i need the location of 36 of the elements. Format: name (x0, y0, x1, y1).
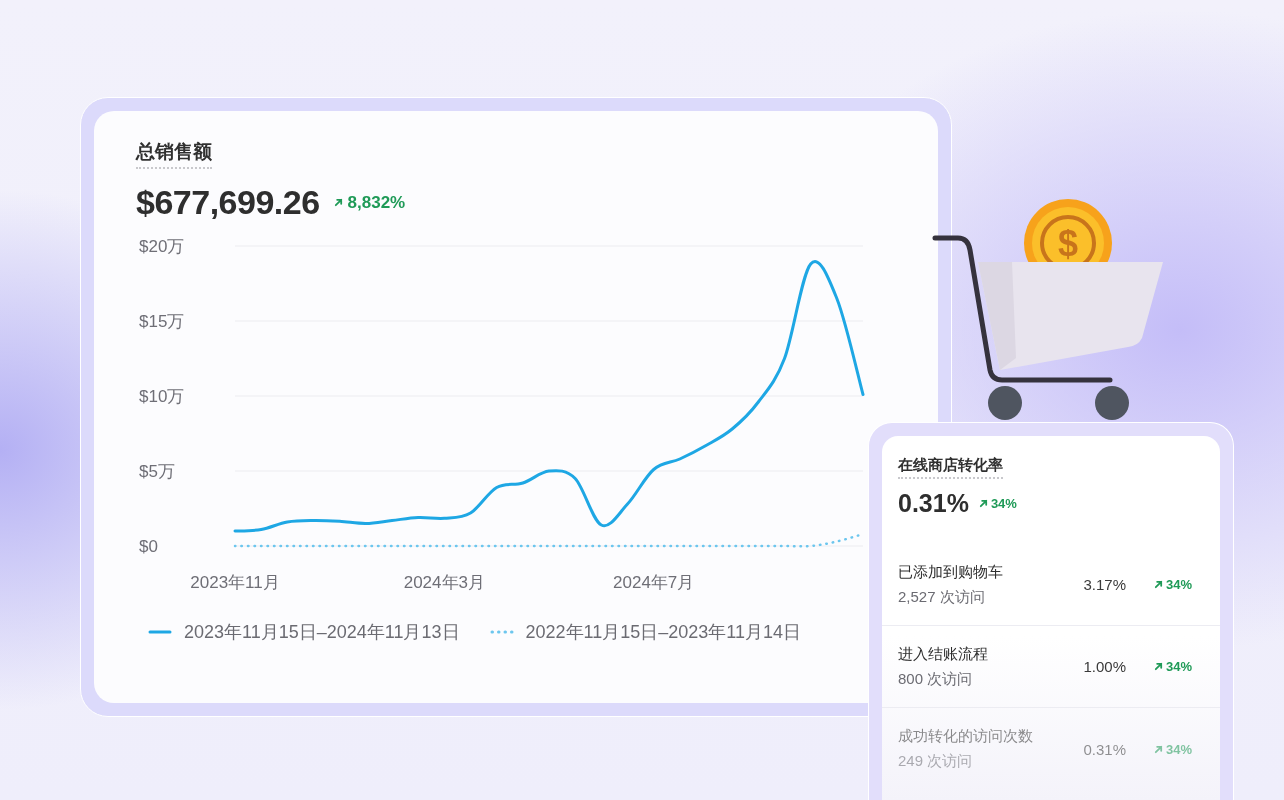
x-axis-label: 2024年7月 (613, 573, 695, 592)
step-rate: 1.00% (1082, 658, 1126, 675)
x-axis-label: 2023年11月 (190, 573, 280, 592)
y-axis-label: $15万 (139, 312, 185, 331)
visit-count: 249 次访问 (898, 752, 974, 771)
funnel-step-label: 已添加到购物车 (898, 562, 1004, 582)
legend-label: 2023年11月15日–2024年11月13日 (184, 621, 460, 644)
step-rate: 3.17% (1082, 576, 1126, 593)
up-arrow-icon (1153, 580, 1163, 589)
funnel-step-label: 成功转化的访问次数 (898, 727, 1034, 746)
funnel-step-label: 进入结账流程 (898, 644, 989, 664)
y-axis-label: $10万 (139, 387, 185, 406)
up-arrow-icon (978, 499, 988, 508)
visit-count: 2,527 次访问 (898, 587, 986, 607)
card-title: 在线商店转化率 (898, 456, 1003, 479)
legend-swatch-icon (148, 630, 172, 634)
card-title: 总销售额 (136, 139, 212, 169)
up-arrow-icon (333, 198, 343, 207)
total-sales: $677,699.26 (136, 183, 320, 222)
visit-count: 800 次访问 (898, 669, 974, 689)
x-axis-label: 2024年3月 (403, 573, 485, 592)
step-rate: 0.31% (1082, 740, 1126, 758)
change-percent: 34% (1165, 659, 1192, 674)
legend-swatch-icon (489, 630, 514, 634)
y-axis-label: $5万 (139, 462, 175, 481)
up-arrow-icon (1153, 744, 1163, 754)
y-axis-label: $0 (139, 537, 158, 556)
conversion-rate: 0.31% (898, 489, 969, 518)
y-axis-label: $20万 (139, 237, 185, 256)
up-arrow-icon (1153, 662, 1163, 671)
change-percent: 34% (1165, 741, 1192, 757)
shopping-cart-drawing: $ (932, 199, 1163, 420)
legend-label: 2022年11月15日–2023年11月14日 (525, 621, 802, 644)
change-percent: 8,832% (347, 192, 406, 213)
change-percent: 34% (990, 496, 1017, 511)
change-percent: 34% (1165, 577, 1192, 592)
